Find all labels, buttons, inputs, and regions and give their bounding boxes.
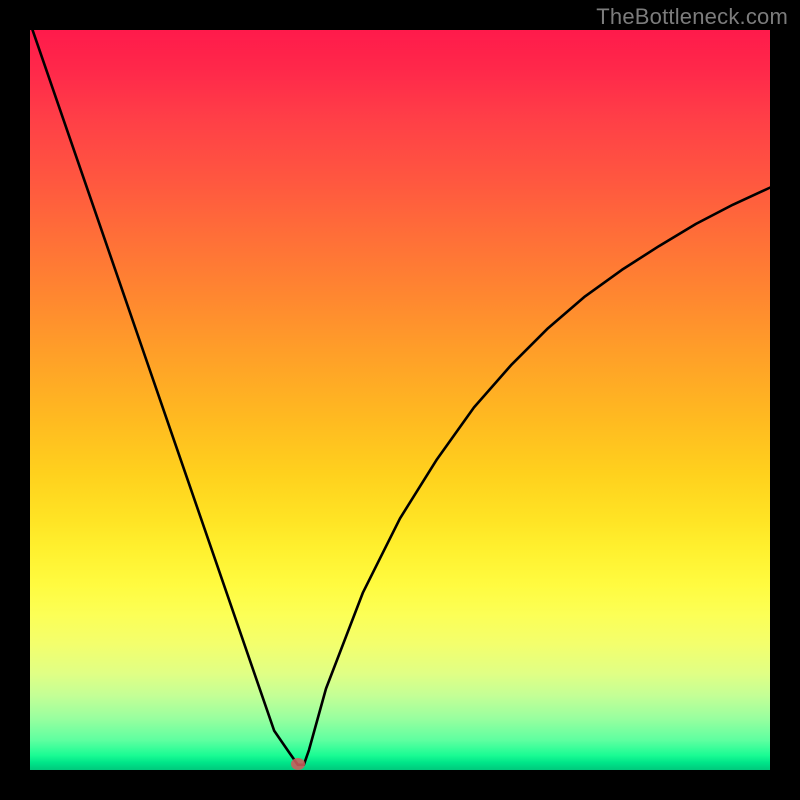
plot-area (30, 30, 770, 770)
chart-frame: TheBottleneck.com (0, 0, 800, 800)
bottleneck-curve (30, 30, 770, 770)
watermark-text: TheBottleneck.com (596, 4, 788, 30)
curve-minimum-marker (291, 758, 305, 770)
